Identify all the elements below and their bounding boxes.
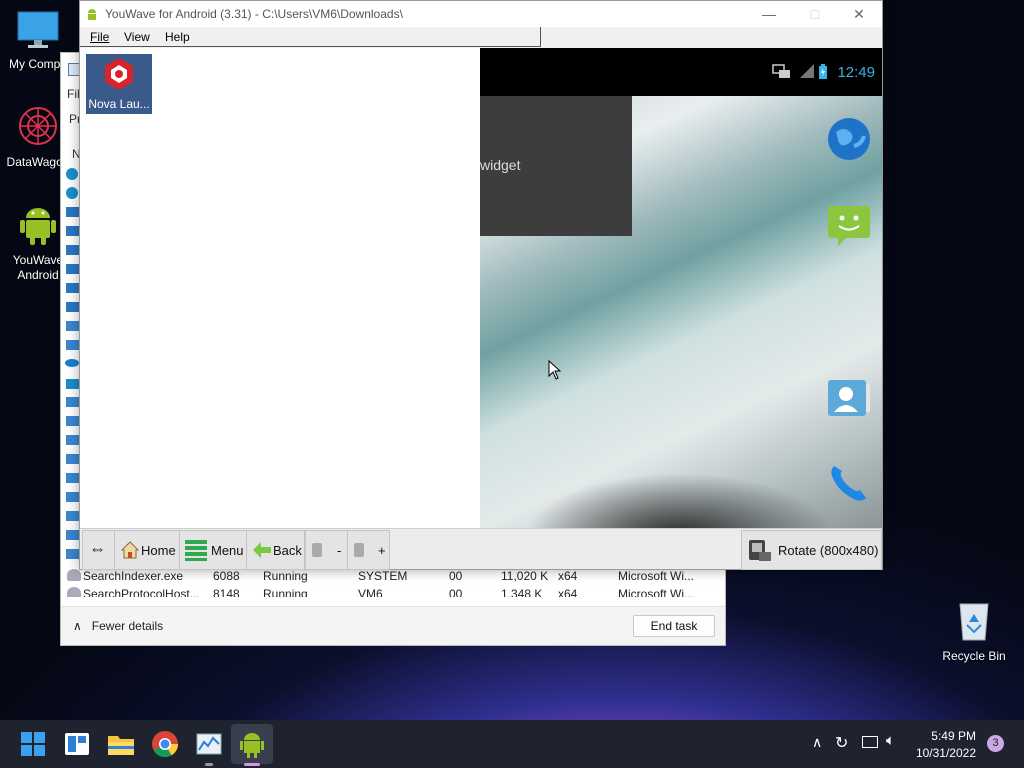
back-arrow-icon — [253, 542, 271, 558]
volume-icon[interactable]: 🔈︎ — [886, 732, 895, 749]
process-name: SearchProtocolHost... — [83, 587, 200, 597]
menu-view[interactable]: View — [124, 30, 150, 44]
monitor-icon — [17, 11, 59, 48]
chrome-icon[interactable] — [149, 728, 181, 760]
desktop-icon-label: Recycle Bin — [942, 649, 1006, 663]
android-clock: 12:49 — [837, 64, 875, 81]
menu-button[interactable]: Menu — [179, 530, 247, 570]
android-app-icon — [88, 9, 96, 20]
youwave-window: YouWave for Android (3.31) - C:\Users\VM… — [79, 0, 883, 570]
process-status: Running — [263, 569, 308, 583]
process-user: SYSTEM — [358, 569, 408, 583]
process-description: Microsoft Wi... — [618, 587, 695, 597]
person-icon — [67, 587, 81, 597]
process-memory: 1,348 K — [501, 587, 543, 597]
android-status-bar: 12:49 — [480, 48, 882, 96]
menu-help[interactable]: Help — [165, 30, 190, 44]
person-icon — [67, 569, 81, 581]
resize-arrows-icon: ⇔ — [89, 539, 106, 558]
process-pid: 8148 — [213, 587, 240, 597]
app-tile-label: Nova Lau... — [88, 97, 150, 111]
close-button[interactable]: ✕ — [836, 1, 882, 27]
battery-icon — [819, 64, 827, 79]
network-icon — [772, 64, 790, 78]
process-description: Microsoft Wi... — [618, 569, 695, 583]
taskbar-active-indicator — [244, 763, 260, 766]
start-windows-icon[interactable] — [17, 728, 49, 760]
menu-label: Menu — [211, 543, 244, 558]
speaker-icon — [354, 543, 364, 557]
end-task-button[interactable]: End task — [633, 615, 715, 637]
menu-list-icon — [185, 540, 207, 561]
browser-globe-icon[interactable] — [826, 116, 872, 162]
title-bar[interactable]: YouWave for Android (3.31) - C:\Users\VM… — [80, 1, 882, 27]
android-screen[interactable]: 12:49 widget — [480, 48, 882, 528]
chevron-up-icon[interactable]: ∧ — [812, 734, 822, 751]
recycle-bin-icon — [959, 603, 989, 641]
network-tray-icon[interactable] — [862, 736, 878, 748]
messaging-icon[interactable] — [826, 202, 872, 248]
home-icon — [121, 541, 139, 559]
app-tile-nova-launcher[interactable]: Nova Lau... — [86, 54, 152, 114]
phone-icon[interactable] — [826, 460, 872, 506]
widget-label: widget — [480, 157, 521, 173]
fewer-details-button[interactable]: ∧ Fewer details — [73, 619, 163, 633]
rotate-button[interactable]: Rotate (800x480) — [741, 530, 882, 570]
back-label: Back — [273, 543, 302, 558]
menu-bar: File View Help — [80, 27, 541, 47]
mouse-cursor-icon — [548, 360, 562, 380]
menu-file[interactable]: File — [90, 30, 109, 44]
rotate-keyboard-icon — [749, 540, 771, 561]
speaker-icon — [312, 543, 322, 557]
rotate-label: Rotate (800x480) — [778, 543, 879, 558]
datawagon-icon — [19, 107, 57, 145]
volume-down-label: - — [337, 543, 342, 558]
app-grid-panel: Nova Lau... — [80, 48, 480, 528]
volume-up-label: + — [378, 543, 386, 558]
process-user: VM6 — [358, 587, 383, 597]
fewer-details-label: Fewer details — [91, 619, 164, 633]
nova-launcher-icon — [105, 58, 133, 90]
volume-up-button[interactable]: + — [347, 530, 390, 570]
task-manager-footer: ∧ Fewer details End task — [61, 606, 725, 645]
taskbar-running-indicator — [205, 763, 213, 766]
sync-icon[interactable]: ↻ — [835, 733, 848, 753]
notification-badge[interactable]: 3 — [987, 735, 1004, 752]
volume-down-button[interactable]: - — [305, 530, 348, 570]
home-button[interactable]: Home — [114, 530, 180, 570]
desktop-icon-recycle-bin[interactable]: Recycle Bin — [936, 598, 1012, 663]
taskbar: ∧ ↻ 🔈︎ 5:49 PM 10/31/2022 3 — [0, 720, 1024, 768]
android-icon — [20, 208, 56, 245]
process-cpu: 00 — [449, 587, 463, 597]
clock-time[interactable]: 5:49 PM — [916, 729, 976, 743]
widget-overlay[interactable]: widget — [480, 96, 632, 236]
table-row[interactable]: SearchProtocolHost... 8148 Running VM6 0… — [61, 585, 725, 597]
resize-button[interactable]: ⇔ — [82, 530, 115, 570]
home-label: Home — [141, 543, 176, 558]
process-architecture: x64 — [558, 587, 578, 597]
minimize-button[interactable]: — — [746, 1, 792, 27]
file-explorer-icon[interactable] — [105, 728, 137, 760]
chevron-up-icon: ∧ — [73, 619, 82, 633]
process-cpu: 00 — [449, 569, 463, 583]
process-status: Running — [263, 587, 308, 597]
clock-date[interactable]: 10/31/2022 — [904, 746, 976, 760]
emulator-toolbar: ⇔ Home Menu Back - + Rotate (800x480) — [80, 528, 882, 570]
widgets-icon[interactable] — [61, 728, 93, 760]
process-pid: 6088 — [213, 569, 240, 583]
contacts-icon[interactable] — [826, 376, 872, 422]
process-name: SearchIndexer.exe — [83, 569, 184, 583]
back-button[interactable]: Back — [246, 530, 305, 570]
process-memory: 11,020 K — [501, 569, 549, 583]
maximize-button[interactable]: □ — [792, 1, 838, 27]
signal-icon — [800, 64, 814, 78]
window-title: YouWave for Android (3.31) - C:\Users\VM… — [105, 7, 403, 21]
process-architecture: x64 — [558, 569, 578, 583]
youwave-taskbar-icon[interactable] — [236, 728, 268, 760]
task-manager-taskbar-icon[interactable] — [193, 728, 225, 760]
